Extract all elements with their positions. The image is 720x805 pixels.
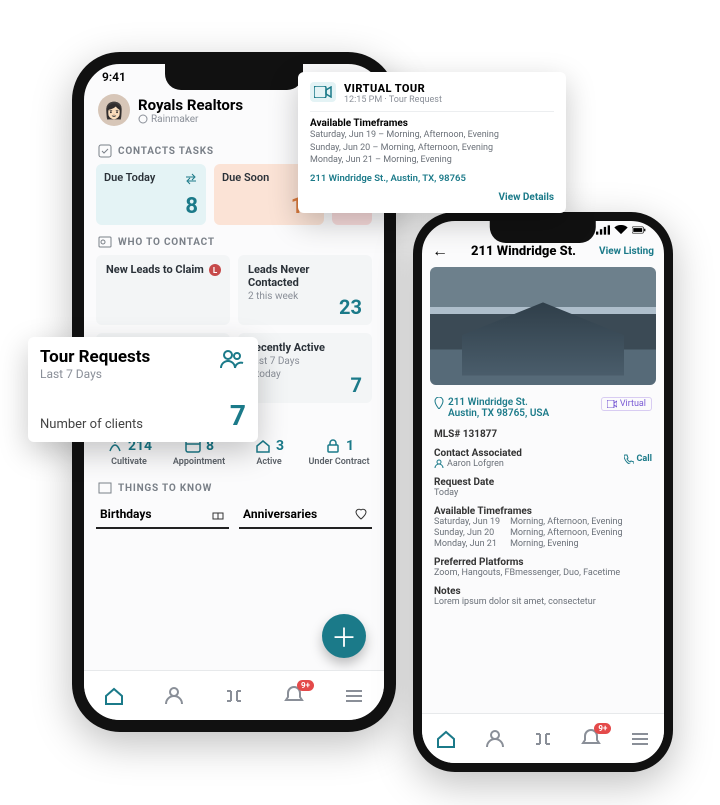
card-recently-active[interactable]: Recently Active Last 7 Days 1 today 7 bbox=[238, 333, 372, 403]
tab-menu[interactable] bbox=[628, 727, 652, 751]
mls-number: MLS# 131877 bbox=[434, 429, 652, 440]
opp-under-contract[interactable]: 1 Under Contract bbox=[308, 437, 370, 467]
people-icon bbox=[218, 347, 246, 371]
tab-stages[interactable] bbox=[222, 684, 246, 708]
tab-bar: 9+ bbox=[84, 670, 384, 720]
heart-icon bbox=[354, 507, 368, 521]
section-things-to-know: THINGS TO KNOW bbox=[84, 471, 384, 501]
video-icon bbox=[607, 400, 617, 408]
platforms-label: Preferred Platforms bbox=[434, 557, 652, 568]
section-who-to-contact: WHO TO CONTACT bbox=[84, 225, 384, 255]
tab-menu[interactable] bbox=[342, 684, 366, 708]
pin-icon bbox=[434, 397, 444, 409]
signal-icon bbox=[596, 225, 610, 235]
vt-view-details[interactable]: View Details bbox=[310, 192, 554, 203]
tour-requests-subtitle: Last 7 Days bbox=[40, 367, 210, 381]
detail-title: 211 Windridge St. bbox=[471, 244, 576, 259]
person-icon bbox=[434, 459, 444, 469]
virtual-tour-subtitle: 12:15 PM · Tour Request bbox=[344, 95, 442, 105]
org-name: Royals Realtors bbox=[138, 96, 243, 114]
request-date-label: Request Date bbox=[434, 477, 652, 488]
video-icon bbox=[310, 82, 336, 102]
platforms: Zoom, Hangouts, FBmessenger, Duo, Faceti… bbox=[434, 568, 652, 578]
back-button[interactable]: ← bbox=[432, 241, 448, 261]
gift-icon bbox=[211, 507, 225, 521]
tab-home[interactable] bbox=[434, 727, 458, 751]
tab-bar: 9+ bbox=[422, 713, 664, 763]
notes-label: Notes bbox=[434, 586, 652, 597]
vt-timeframes-label: Available Timeframes bbox=[310, 118, 554, 129]
detail-body: 211 Windridge St. Austin, TX 98765, USA … bbox=[422, 385, 664, 667]
card-never-contacted[interactable]: Leads Never Contacted 2 this week 23 bbox=[238, 255, 372, 325]
tab-alerts[interactable]: 9+ bbox=[579, 727, 603, 751]
notes-text: Lorem ipsum dolor sit amet, consectetur bbox=[434, 597, 652, 607]
org-role: Rainmaker bbox=[138, 114, 243, 125]
wifi-icon bbox=[614, 225, 628, 235]
tab-contacts[interactable] bbox=[483, 727, 507, 751]
tab-stages[interactable] bbox=[531, 727, 555, 751]
tab-alerts[interactable]: 9+ bbox=[282, 684, 306, 708]
vt-line-1: Saturday, Jun 19 – Morning, Afternoon, E… bbox=[310, 129, 554, 142]
contact-name[interactable]: Aaron Lofgren bbox=[447, 459, 504, 469]
things-to-know-row: Birthdays Anniversaries bbox=[84, 501, 384, 529]
contact-list-icon bbox=[98, 235, 112, 249]
virtual-tour-title: VIRTUAL TOUR bbox=[344, 82, 442, 95]
role-icon bbox=[138, 114, 148, 124]
listing-address[interactable]: 211 Windridge St. Austin, TX 98765, USA bbox=[434, 397, 549, 419]
vt-line-3: Monday, Jun 21 – Morning, Evening bbox=[310, 154, 554, 167]
tab-contacts[interactable] bbox=[162, 684, 186, 708]
battery-icon bbox=[632, 225, 646, 235]
notch bbox=[490, 221, 596, 243]
notch bbox=[165, 64, 303, 90]
overlay-virtual-tour[interactable]: VIRTUAL TOUR 12:15 PM · Tour Request Ava… bbox=[298, 72, 566, 213]
listing-photo[interactable] bbox=[430, 267, 656, 385]
vt-line-2: Sunday, Jun 20 – Morning, Afternoon, Eve… bbox=[310, 142, 554, 155]
overlay-tour-requests[interactable]: Tour Requests Last 7 Days Number of clie… bbox=[28, 337, 258, 442]
tour-requests-count: 7 bbox=[230, 399, 246, 432]
status-time: 9:41 bbox=[102, 70, 126, 84]
lock-icon bbox=[324, 437, 342, 455]
swap-icon bbox=[184, 172, 198, 186]
request-date: Today bbox=[434, 488, 652, 498]
tour-requests-row-label: Number of clients bbox=[40, 417, 143, 432]
virtual-badge: Virtual bbox=[601, 397, 652, 411]
vt-address: 211 Windridge St., Austin, TX, 98765 bbox=[310, 173, 554, 184]
fab-add[interactable]: ＋ bbox=[322, 614, 366, 658]
timeframes-grid: Saturday, Jun 19Morning, Afternoon, Even… bbox=[434, 517, 652, 549]
alerts-badge: 9+ bbox=[297, 680, 314, 691]
avatar[interactable]: 👩🏻 bbox=[98, 94, 130, 126]
svg-text:L: L bbox=[213, 266, 218, 275]
contact-associated-label: Contact Associated bbox=[434, 448, 522, 459]
task-due-today[interactable]: Due Today 8 bbox=[96, 164, 206, 225]
badge-l-icon: L bbox=[208, 263, 222, 277]
detail-phone: ← 211 Windridge St. View Listing 211 Win… bbox=[413, 212, 673, 772]
know-birthdays[interactable]: Birthdays bbox=[96, 501, 229, 529]
know-anniversaries[interactable]: Anniversaries bbox=[239, 501, 372, 529]
tab-home[interactable] bbox=[102, 684, 126, 708]
alerts-badge: 9+ bbox=[594, 723, 611, 734]
info-icon bbox=[98, 481, 112, 495]
tour-requests-title: Tour Requests bbox=[40, 347, 210, 367]
phone-icon bbox=[624, 454, 634, 464]
view-listing-link[interactable]: View Listing bbox=[599, 246, 654, 257]
checklist-icon bbox=[98, 144, 112, 158]
timeframes-label: Available Timeframes bbox=[434, 506, 652, 517]
call-button[interactable]: Call bbox=[624, 448, 652, 469]
card-new-leads[interactable]: New Leads to Claim L bbox=[96, 255, 230, 325]
